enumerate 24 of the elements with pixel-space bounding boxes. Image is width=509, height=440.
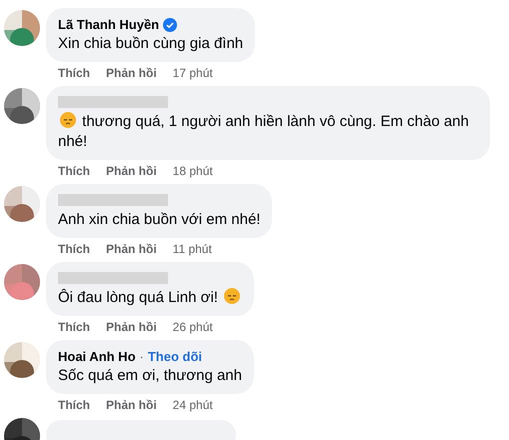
comment-action[interactable]: Thích — [58, 240, 90, 258]
comment-time[interactable]: 18 phút — [172, 162, 213, 180]
comment-time[interactable]: 24 phút — [172, 396, 213, 414]
comment-action[interactable]: Thích — [58, 318, 90, 336]
comment-action[interactable]: Thích — [58, 162, 90, 180]
comment-action[interactable]: Thích — [58, 64, 90, 82]
comment-action[interactable]: Phản hồi — [106, 396, 157, 414]
comment-text: thương quá, 1 người anh hiền lành vô cùng. Em chào anh nhé! — [58, 112, 470, 152]
comment-action[interactable]: Phản hồi — [106, 240, 157, 258]
separator-dot: · — [140, 348, 144, 366]
comment-time[interactable]: 11 phút — [172, 240, 212, 258]
comment-text: Anh xin chia buồn với em nhé! — [58, 210, 260, 230]
comment-action[interactable]: Phản hồi — [106, 162, 157, 180]
comment-time[interactable]: 26 phút — [172, 318, 213, 336]
comment-action[interactable]: Phản hồi — [106, 318, 157, 336]
comment-action[interactable]: Thích — [58, 396, 90, 414]
comment-time[interactable]: 17 phút — [172, 64, 213, 82]
author-name[interactable]: Lã Thanh Huyền — [58, 16, 160, 34]
follow-link[interactable]: Theo dõi — [148, 348, 202, 366]
comment-text: Ôi đau lòng quá Linh ơi! — [58, 288, 242, 308]
comment-text: Sốc quá em ơi, thương anh — [58, 366, 242, 386]
comment-action[interactable]: Phản hồi — [106, 64, 157, 82]
comment-text: Xin chia buồn cùng gia đình — [58, 34, 244, 54]
author-name[interactable]: Hoai Anh Ho — [58, 348, 136, 366]
